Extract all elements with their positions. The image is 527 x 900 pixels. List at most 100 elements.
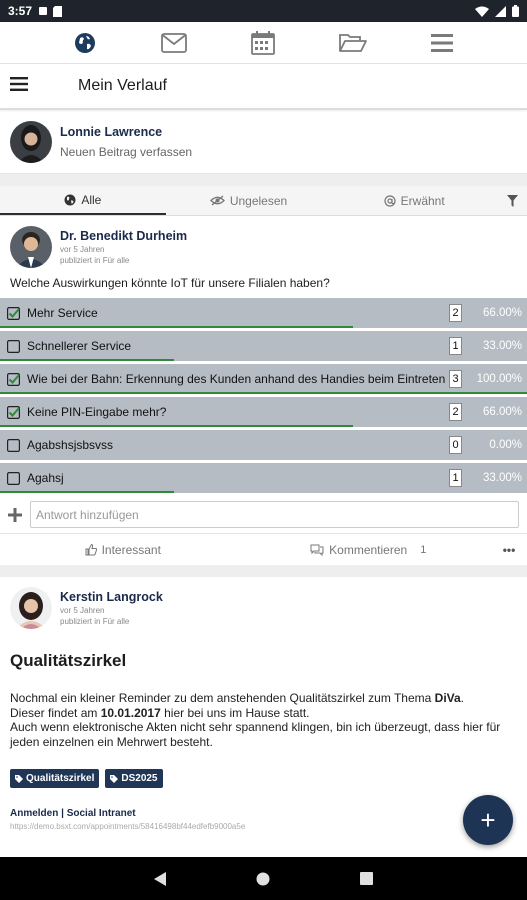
menu-icon xyxy=(431,33,454,52)
checkbox-checked-icon[interactable] xyxy=(6,405,20,419)
checkbox-icon[interactable] xyxy=(6,438,20,452)
vote-percentage: 33.00% xyxy=(482,340,522,352)
tag[interactable]: DS2025 xyxy=(105,769,163,788)
body-text: . xyxy=(460,691,465,705)
checkbox-checked-icon[interactable] xyxy=(6,306,20,320)
composer-user-name: Lonnie Lawrence xyxy=(60,124,163,139)
post-heading: Qualitätszirkel xyxy=(10,651,127,670)
system-navigation-bar xyxy=(0,857,527,900)
filter-icon xyxy=(506,194,518,207)
checkbox-checked-icon[interactable] xyxy=(6,372,20,386)
hamburger-button[interactable] xyxy=(10,76,28,96)
notification-icon xyxy=(39,7,48,15)
nav-files[interactable] xyxy=(335,25,371,61)
tag-label: Qualitätszirkel xyxy=(26,773,95,784)
tag[interactable]: Qualitätszirkel xyxy=(10,769,100,788)
body-text: Dieser findet am xyxy=(10,705,101,720)
poll-question: Welche Auswirkungen könnte IoT für unser… xyxy=(10,276,330,290)
like-label: Interessant xyxy=(101,542,161,557)
post-author[interactable]: Kerstin Langrock xyxy=(60,590,163,604)
tab-unread-label: Ungelesen xyxy=(229,193,288,208)
poll-option-label: Agahsj xyxy=(27,471,64,485)
reference-url[interactable]: https://demo.bsxt.com/appointments/58416… xyxy=(10,822,517,831)
nav-feed[interactable] xyxy=(67,25,103,61)
vote-count: 2 xyxy=(449,304,462,322)
body-text: Nochmal ein kleiner Reminder zu dem anst… xyxy=(10,691,435,705)
poll-option[interactable]: Mehr Service 2 66.00% xyxy=(0,298,527,328)
body-bold: DiVa xyxy=(434,691,461,705)
link-reference[interactable]: Anmelden | Social Intranet https://demo.… xyxy=(0,788,527,831)
more-icon: ••• xyxy=(502,542,516,557)
add-answer-row xyxy=(0,496,527,533)
poll-option[interactable]: Agabshsjsbsvss 0 0.00% xyxy=(0,430,527,460)
post-author[interactable]: Dr. Benedikt Durheim xyxy=(60,229,187,243)
avatar[interactable] xyxy=(10,226,52,268)
like-button[interactable]: Interessant xyxy=(0,543,246,557)
back-icon[interactable] xyxy=(154,871,166,886)
filter-button[interactable] xyxy=(497,194,527,207)
vote-count: 1 xyxy=(449,469,462,487)
vote-progress-bar xyxy=(0,326,354,328)
nav-calendar[interactable] xyxy=(245,25,281,61)
home-icon[interactable] xyxy=(256,872,270,886)
reference-title[interactable]: Anmelden | Social Intranet xyxy=(10,808,517,819)
body-text: hier bei uns im Hause statt. xyxy=(160,705,310,720)
tag-icon xyxy=(110,774,119,783)
at-icon xyxy=(384,194,396,207)
poll-option-label: Keine PIN-Eingabe mehr? xyxy=(27,405,167,419)
vote-count: 1 xyxy=(449,337,462,355)
plus-icon: + xyxy=(480,804,496,835)
status-bar: 3:57 xyxy=(0,0,527,22)
poll-option-label: Schnellerer Service xyxy=(27,339,132,353)
tab-mentioned[interactable]: Erwähnt xyxy=(331,186,497,215)
post-header: Dr. Benedikt Durheim vor 5 Jahren publiz… xyxy=(0,216,527,274)
hamburger-icon xyxy=(10,76,28,91)
status-time: 3:57 xyxy=(8,4,33,18)
post-body: Nochmal ein kleiner Reminder zu dem anst… xyxy=(0,691,527,749)
poll-option[interactable]: Wie bei der Bahn: Erkennung des Kunden a… xyxy=(0,364,527,394)
vote-progress-bar xyxy=(0,425,354,427)
plus-icon[interactable] xyxy=(8,507,22,522)
body-text: Auch wenn elektronische Akten nicht sehr… xyxy=(10,720,501,749)
add-post-button[interactable]: + xyxy=(463,795,513,845)
comment-label: Kommentieren xyxy=(329,542,408,557)
poll-option-label: Agabshsjsbsvss xyxy=(27,438,114,452)
filter-tabs: Alle Ungelesen Erwähnt xyxy=(0,186,527,216)
top-navigation xyxy=(0,22,527,64)
checkbox-icon[interactable] xyxy=(6,339,20,353)
recents-icon[interactable] xyxy=(360,872,373,885)
vote-count: 0 xyxy=(449,436,462,454)
page-title: Mein Verlauf xyxy=(78,77,167,94)
post-time: vor 5 Jahren xyxy=(60,245,105,254)
comment-button[interactable]: Kommentieren 1 xyxy=(246,543,492,557)
tab-mentioned-label: Erwähnt xyxy=(400,193,445,208)
nav-messages[interactable] xyxy=(156,25,192,61)
poll-option[interactable]: Keine PIN-Eingabe mehr? 2 66.00% xyxy=(0,397,527,427)
comments-icon xyxy=(310,544,324,556)
tab-all[interactable]: Alle xyxy=(0,186,166,215)
globe-icon xyxy=(74,32,95,53)
nav-menu[interactable] xyxy=(424,25,460,61)
vote-percentage: 0.00% xyxy=(489,439,522,451)
envelope-icon xyxy=(161,32,187,53)
comment-count: 1 xyxy=(420,543,427,556)
poll-post: Dr. Benedikt Durheim vor 5 Jahren publiz… xyxy=(0,216,527,565)
separator xyxy=(0,174,527,186)
checkbox-icon[interactable] xyxy=(6,471,20,485)
poll-option[interactable]: Agahsj 1 33.00% xyxy=(0,463,527,493)
new-post-composer[interactable]: Lonnie Lawrence Neuen Beitrag verfassen xyxy=(0,110,527,174)
tab-unread[interactable]: Ungelesen xyxy=(166,186,332,215)
answer-input[interactable] xyxy=(30,501,519,528)
tag-icon xyxy=(15,774,23,783)
tag-label: DS2025 xyxy=(121,773,158,784)
globe-icon xyxy=(64,194,76,205)
post-actions: Interessant Kommentieren 1 ••• xyxy=(0,533,527,565)
post-header: Kerstin Langrock vor 5 Jahren publiziert… xyxy=(0,577,527,635)
more-button[interactable]: ••• xyxy=(491,543,527,557)
poll-option[interactable]: Schnellerer Service 1 33.00% xyxy=(0,331,527,361)
vote-progress-bar xyxy=(0,392,527,394)
wifi-icon xyxy=(475,6,489,17)
post-location: publiziert in Für alle xyxy=(60,617,130,626)
composer-prompt[interactable]: Neuen Beitrag verfassen xyxy=(60,145,192,159)
avatar[interactable] xyxy=(10,587,52,629)
